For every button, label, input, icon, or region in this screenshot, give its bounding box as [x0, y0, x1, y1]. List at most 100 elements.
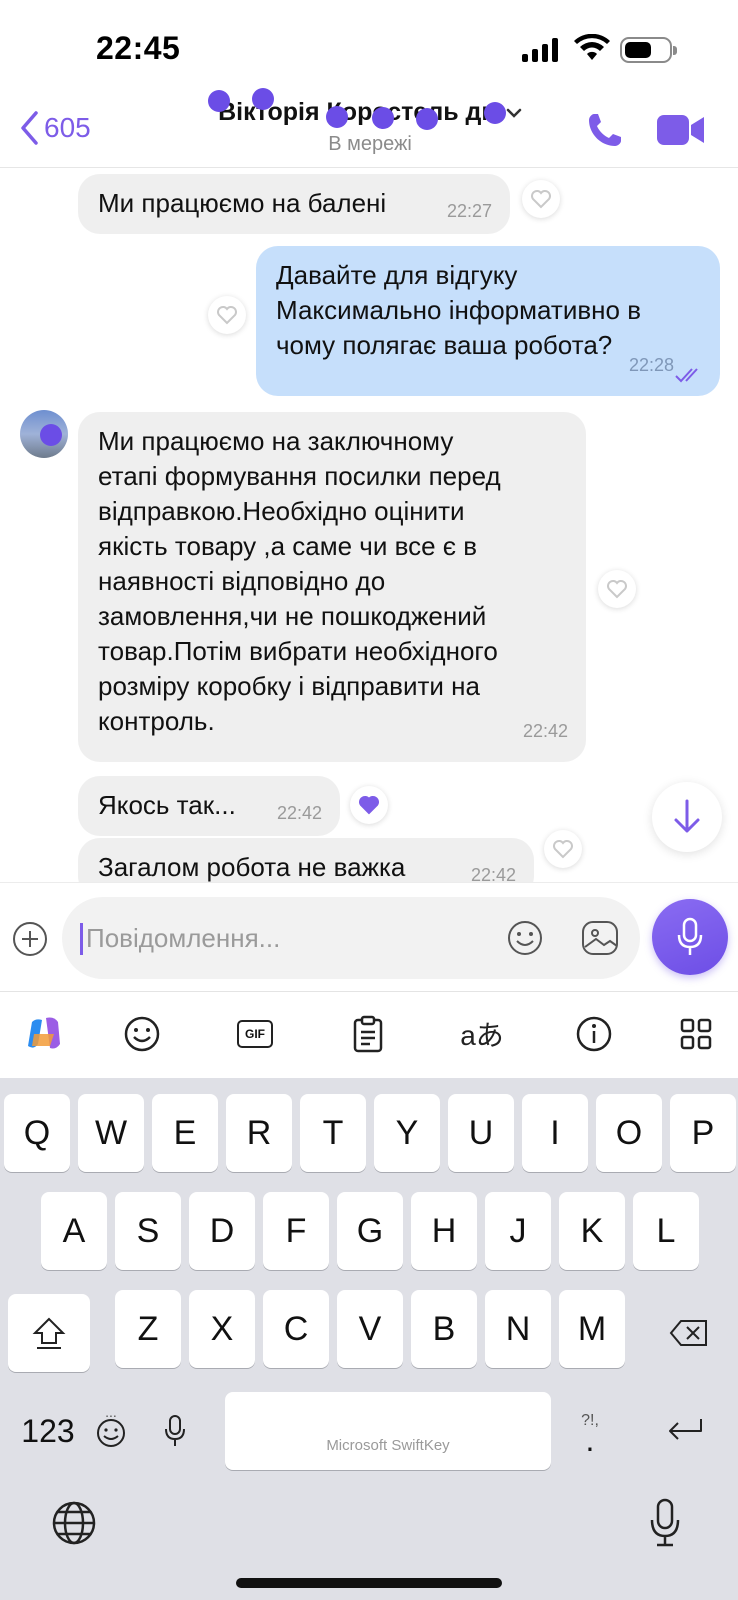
message-text: Давайте для відгуку Максимально інформат…	[276, 260, 642, 360]
emoji-icon[interactable]	[506, 919, 544, 957]
key-e[interactable]: E	[152, 1094, 218, 1172]
like-button[interactable]	[598, 570, 636, 608]
contact-status: В мережі	[328, 133, 412, 155]
message-bubble[interactable]: Ми працюємо на заключному етапі формуван…	[78, 412, 586, 762]
backspace-key[interactable]	[648, 1294, 730, 1372]
gif-label: GIF	[237, 1020, 273, 1048]
key-i[interactable]: I	[522, 1094, 588, 1172]
double-check-icon	[675, 368, 698, 383]
return-icon	[669, 1419, 702, 1440]
like-button[interactable]	[208, 296, 246, 334]
sticker-icon[interactable]	[580, 919, 620, 957]
key-q[interactable]: Q	[4, 1094, 70, 1172]
chat-area[interactable]: Ми працюємо на балені 22:27 Давайте для …	[0, 168, 738, 882]
key-h[interactable]: H	[411, 1192, 477, 1270]
redaction-dot	[416, 108, 438, 130]
clipboard-icon	[353, 1015, 383, 1053]
video-call-icon[interactable]	[656, 112, 706, 148]
message-time: 22:42	[470, 865, 516, 882]
redaction-dot	[372, 107, 394, 129]
key-c[interactable]: C	[263, 1290, 329, 1368]
key-k[interactable]: K	[559, 1192, 625, 1270]
key-p[interactable]: P	[670, 1094, 736, 1172]
clipboard-button[interactable]	[346, 1012, 390, 1056]
globe-key[interactable]	[46, 1484, 102, 1562]
message-time: 22:27	[446, 201, 492, 221]
chat-header: 605 Вікторія Коростель дм В мережі	[0, 88, 738, 168]
message-time: 22:42	[522, 721, 568, 741]
avatar[interactable]	[20, 410, 68, 458]
message-input[interactable]	[86, 917, 466, 959]
space-key[interactable]: Microsoft SwiftKey	[225, 1392, 551, 1470]
key-l[interactable]: L	[633, 1192, 699, 1270]
status-time: 22:45	[96, 30, 181, 66]
message-bubble[interactable]: Загалом робота не важка 22:42	[78, 838, 534, 882]
key-n[interactable]: N	[485, 1290, 551, 1368]
text-cursor	[80, 923, 83, 955]
scroll-down-button[interactable]	[652, 782, 722, 852]
redaction-dot	[208, 90, 230, 112]
voice-message-button[interactable]	[652, 899, 728, 975]
key-m[interactable]: M	[559, 1290, 625, 1368]
return-key[interactable]	[648, 1392, 722, 1470]
key-s[interactable]: S	[115, 1192, 181, 1270]
like-button[interactable]	[544, 830, 582, 868]
key-f[interactable]: F	[263, 1192, 329, 1270]
numbers-key[interactable]: 123	[12, 1392, 84, 1470]
emoji-key[interactable]: ...	[88, 1392, 134, 1470]
message-bubble[interactable]: Ми працюємо на балені 22:27	[78, 174, 510, 234]
translate-button[interactable]: aあ	[460, 1012, 504, 1056]
heart-outline-icon	[217, 306, 237, 325]
back-count: 605	[44, 112, 91, 143]
emoji-key-hint: ...	[105, 1404, 117, 1420]
apps-grid-button[interactable]	[674, 1012, 718, 1056]
info-icon	[576, 1016, 612, 1052]
message-composer	[0, 882, 738, 992]
message-text: Ми працюємо на балені	[98, 188, 387, 218]
redaction-dot	[40, 424, 62, 446]
heart-outline-icon	[531, 190, 551, 209]
emoji-panel-button[interactable]	[120, 1012, 164, 1056]
phone-call-icon[interactable]	[585, 110, 625, 150]
key-j[interactable]: J	[485, 1192, 551, 1270]
key-y[interactable]: Y	[374, 1094, 440, 1172]
copilot-logo-icon	[28, 1017, 60, 1049]
home-indicator[interactable]	[236, 1578, 502, 1588]
key-t[interactable]: T	[300, 1094, 366, 1172]
voice-input-key[interactable]	[640, 1484, 690, 1562]
back-button[interactable]: 605	[18, 110, 91, 146]
shift-icon	[32, 1317, 66, 1349]
key-r[interactable]: R	[226, 1094, 292, 1172]
info-button[interactable]	[572, 1012, 616, 1056]
key-v[interactable]: V	[337, 1290, 403, 1368]
status-bar: 22:45	[0, 0, 738, 90]
key-x[interactable]: X	[189, 1290, 255, 1368]
key-a[interactable]: A	[41, 1192, 107, 1270]
key-o[interactable]: O	[596, 1094, 662, 1172]
message-input-container[interactable]	[62, 897, 640, 979]
dictation-key[interactable]	[152, 1392, 198, 1470]
key-g[interactable]: G	[337, 1192, 403, 1270]
shift-key[interactable]	[8, 1294, 90, 1372]
heart-outline-icon	[607, 580, 627, 599]
redaction-dot	[252, 88, 274, 110]
period-label: .	[585, 1422, 595, 1458]
key-b[interactable]: B	[411, 1290, 477, 1368]
wifi-icon	[574, 34, 610, 60]
plus-circle-icon[interactable]	[12, 921, 48, 957]
gif-button[interactable]: GIF	[233, 1012, 277, 1056]
like-button[interactable]	[522, 180, 560, 218]
like-button[interactable]	[350, 786, 388, 824]
message-bubble[interactable]: Якось так... 22:42	[78, 776, 340, 836]
punctuation-key[interactable]: ?!, .	[566, 1392, 614, 1470]
redaction-dot	[484, 102, 506, 124]
message-bubble[interactable]: Давайте для відгуку Максимально інформат…	[256, 246, 720, 396]
grid-icon	[680, 1018, 712, 1050]
copilot-icon[interactable]	[22, 1012, 66, 1056]
key-w[interactable]: W	[78, 1094, 144, 1172]
backspace-icon	[669, 1320, 707, 1346]
key-u[interactable]: U	[448, 1094, 514, 1172]
key-z[interactable]: Z	[115, 1290, 181, 1368]
key-d[interactable]: D	[189, 1192, 255, 1270]
redaction-dot	[326, 106, 348, 128]
